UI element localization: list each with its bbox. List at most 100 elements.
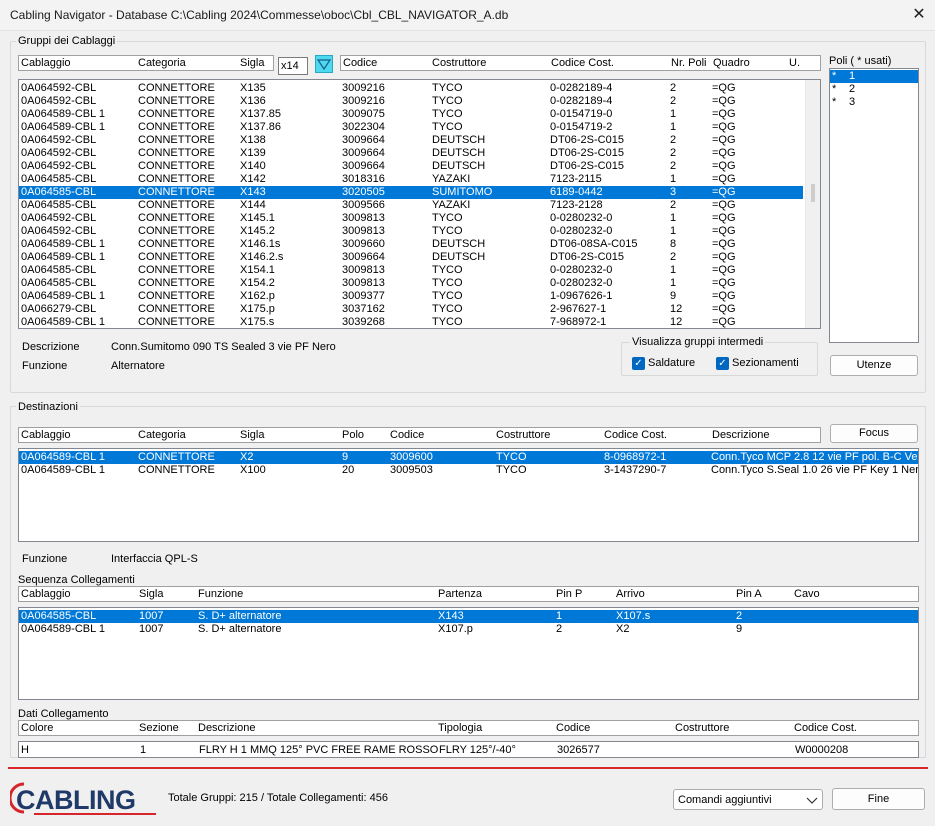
groups-cell: TYCO bbox=[432, 121, 463, 133]
groups-cell: CONNETTORE bbox=[138, 134, 215, 146]
sequenza-list[interactable]: 0A064585-CBL 1007 S. D+ alternatore X143 1 X1… bbox=[18, 607, 919, 700]
seq-header-arrivo[interactable]: Arrivo bbox=[616, 588, 645, 600]
dati-header-tipologia[interactable]: Tipologia bbox=[438, 722, 482, 734]
poli-item[interactable]: * 2 bbox=[830, 83, 918, 96]
groups-row[interactable]: 0A064589-CBL 1 CONNETTORE X137.86 3022304 TY… bbox=[19, 121, 803, 134]
dati-codice: 3026577 bbox=[557, 744, 600, 756]
header-u[interactable]: U. bbox=[789, 57, 800, 69]
groups-row[interactable]: 0A064585-CBL CONNETTORE X154.2 3009813 TYCO 0… bbox=[19, 277, 803, 290]
destinazioni-list[interactable]: 0A064589-CBL 1 CONNETTORE X2 9 3009600 TYCO 8-… bbox=[18, 448, 919, 542]
dati-header-descrizione[interactable]: Descrizione bbox=[198, 722, 255, 734]
utenze-button[interactable]: Utenze bbox=[830, 355, 918, 376]
dati-header-sezione[interactable]: Sezione bbox=[139, 722, 179, 734]
groups-cell: 0-0280232-0 bbox=[550, 212, 613, 224]
saldature-label[interactable]: Saldature bbox=[648, 357, 695, 369]
groups-cell: 0A064585-CBL bbox=[21, 277, 97, 289]
poli-list[interactable]: * 1 * 2 * 3 bbox=[829, 68, 919, 343]
seq-header-cavo[interactable]: Cavo bbox=[794, 588, 820, 600]
groups-cell: 1 bbox=[670, 225, 677, 237]
dest-header-categoria[interactable]: Categoria bbox=[138, 429, 186, 441]
dest-header-codice[interactable]: Codice bbox=[390, 429, 424, 441]
dest-row[interactable]: 0A064589-CBL 1 CONNETTORE X2 9 3009600 TYCO 8-… bbox=[19, 451, 918, 464]
saldature-checkbox[interactable]: ✓ bbox=[632, 357, 645, 370]
poli-item[interactable]: * 3 bbox=[830, 96, 918, 109]
comandi-dropdown[interactable]: Comandi aggiuntivi bbox=[673, 789, 823, 810]
seq-row[interactable]: 0A064585-CBL 1007 S. D+ alternatore X143 1 X1… bbox=[19, 610, 918, 623]
groups-cell: DEUTSCH bbox=[432, 147, 486, 159]
seq-header-pin-p[interactable]: Pin P bbox=[556, 588, 582, 600]
header-codice[interactable]: Codice bbox=[343, 57, 377, 69]
groups-row[interactable]: 0A064589-CBL 1 CONNETTORE X175.s 3039268 TYC… bbox=[19, 316, 803, 328]
seq-header-sigla[interactable]: Sigla bbox=[139, 588, 163, 600]
groups-row[interactable]: 0A066279-CBL CONNETTORE X175.p 3037162 TYCO 2… bbox=[19, 303, 803, 316]
groups-cell: X145.1 bbox=[240, 212, 275, 224]
groups-cell: 2 bbox=[670, 199, 677, 211]
dest-header-sigla[interactable]: Sigla bbox=[240, 429, 264, 441]
groups-row[interactable]: 0A064589-CBL 1 CONNETTORE X146.1s 3009660 DE… bbox=[19, 238, 803, 251]
dati-row[interactable]: H 1 FLRY H 1 MMQ 125° PVC FREE RAME ROSS… bbox=[18, 741, 919, 758]
groups-cell: DEUTSCH bbox=[432, 134, 486, 146]
groups-scrollbar[interactable] bbox=[805, 80, 820, 328]
groups-cell: 1 bbox=[670, 121, 677, 133]
groups-cell: 3009566 bbox=[342, 199, 385, 211]
groups-cell: TYCO bbox=[432, 225, 463, 237]
groups-row[interactable]: 0A064592-CBL CONNETTORE X145.2 3009813 TYCO 0… bbox=[19, 225, 803, 238]
groups-row[interactable]: 0A064592-CBL CONNETTORE X139 3009664 DEUTSCH… bbox=[19, 147, 803, 160]
focus-button[interactable]: Focus bbox=[830, 424, 918, 443]
groups-row[interactable]: 0A064592-CBL CONNETTORE X145.1 3009813 TYCO 0… bbox=[19, 212, 803, 225]
seq-header-partenza[interactable]: Partenza bbox=[438, 588, 482, 600]
groups-cell: =QG bbox=[712, 225, 736, 237]
sezionamenti-label[interactable]: Sezionamenti bbox=[732, 357, 799, 369]
dest-header-costruttore[interactable]: Costruttore bbox=[496, 429, 550, 441]
dest-header-descrizione[interactable]: Descrizione bbox=[712, 429, 769, 441]
dest-cell: Conn.Tyco S.Seal 1.0 26 vie PF Key 1 Ner… bbox=[711, 464, 919, 476]
dati-descrizione: FLRY H 1 MMQ 125° PVC FREE RAME ROSSO bbox=[199, 744, 439, 756]
header-sigla[interactable]: Sigla bbox=[240, 57, 264, 69]
seq-header-funzione[interactable]: Funzione bbox=[198, 588, 243, 600]
dati-header-colore[interactable]: Colore bbox=[21, 722, 53, 734]
groups-row[interactable]: 0A064589-CBL 1 CONNETTORE X146.2.s 3009664 D… bbox=[19, 251, 803, 264]
dest-cell: CONNETTORE bbox=[138, 464, 215, 476]
groups-row[interactable]: 0A064592-CBL CONNETTORE X140 3009664 DEUTSCH… bbox=[19, 160, 803, 173]
seq-header-cablaggio[interactable]: Cablaggio bbox=[21, 588, 71, 600]
groups-cell: 1-0967626-1 bbox=[550, 290, 613, 302]
groups-row[interactable]: 0A064589-CBL 1 CONNETTORE X162.p 3009377 TYC… bbox=[19, 290, 803, 303]
dati-header-codice[interactable]: Codice bbox=[556, 722, 590, 734]
dati-header-codice-cost[interactable]: Codice Cost. bbox=[794, 722, 857, 734]
filter-button[interactable] bbox=[315, 55, 333, 73]
groups-scroll-thumb[interactable] bbox=[811, 184, 815, 202]
dest-header-codice-cost[interactable]: Codice Cost. bbox=[604, 429, 667, 441]
header-costruttore[interactable]: Costruttore bbox=[432, 57, 486, 69]
dest-cell: 3009503 bbox=[390, 464, 433, 476]
groups-row[interactable]: 0A064585-CBL CONNETTORE X144 3009566 YAZAKI 7… bbox=[19, 199, 803, 212]
header-categoria[interactable]: Categoria bbox=[138, 57, 186, 69]
groups-cell: 0A064589-CBL 1 bbox=[21, 108, 105, 120]
poli-item[interactable]: * 1 bbox=[830, 70, 918, 83]
groups-cell: 3009216 bbox=[342, 82, 385, 94]
sezionamenti-checkbox[interactable]: ✓ bbox=[716, 357, 729, 370]
dest-header-polo[interactable]: Polo bbox=[342, 429, 364, 441]
groups-cell: 3009813 bbox=[342, 225, 385, 237]
groups-row[interactable]: 0A064592-CBL CONNETTORE X136 3009216 TYCO 0-0… bbox=[19, 95, 803, 108]
groups-cell: 1 bbox=[670, 173, 677, 185]
groups-list[interactable]: 0A064592-CBL CONNETTORE X135 3009216 TYCO 0-0… bbox=[18, 79, 821, 329]
header-cablaggio[interactable]: Cablaggio bbox=[21, 57, 71, 69]
groups-row[interactable]: 0A064585-CBL CONNETTORE X154.1 3009813 TYCO 0… bbox=[19, 264, 803, 277]
dest-row[interactable]: 0A064589-CBL 1 CONNETTORE X100 20 3009503 TYC… bbox=[19, 464, 918, 477]
seq-row[interactable]: 0A064589-CBL 1 1007 S. D+ alternatore X107.… bbox=[19, 623, 918, 636]
close-icon[interactable]: ✕ bbox=[907, 4, 931, 26]
dati-header-costruttore[interactable]: Costruttore bbox=[675, 722, 729, 734]
header-quadro[interactable]: Quadro bbox=[713, 57, 750, 69]
fine-button[interactable]: Fine bbox=[832, 788, 925, 810]
header-codice-cost[interactable]: Codice Cost. bbox=[551, 57, 614, 69]
svg-text:CABLING: CABLING bbox=[16, 785, 136, 815]
groups-row[interactable]: 0A064585-CBL CONNETTORE X142 3018316 YAZAKI 7… bbox=[19, 173, 803, 186]
groups-row[interactable]: 0A064585-CBL CONNETTORE X143 3020505 SUMITOM… bbox=[19, 186, 803, 199]
dest-header-cablaggio[interactable]: Cablaggio bbox=[21, 429, 71, 441]
groups-row[interactable]: 0A064592-CBL CONNETTORE X138 3009664 DEUTSCH… bbox=[19, 134, 803, 147]
groups-row[interactable]: 0A064589-CBL 1 CONNETTORE X137.85 3009075 TY… bbox=[19, 108, 803, 121]
sigla-filter-input[interactable]: x14 bbox=[278, 57, 308, 75]
header-nr-poli[interactable]: Nr. Poli bbox=[671, 57, 706, 69]
groups-row[interactable]: 0A064592-CBL CONNETTORE X135 3009216 TYCO 0-0… bbox=[19, 82, 803, 95]
seq-header-pin-a[interactable]: Pin A bbox=[736, 588, 762, 600]
